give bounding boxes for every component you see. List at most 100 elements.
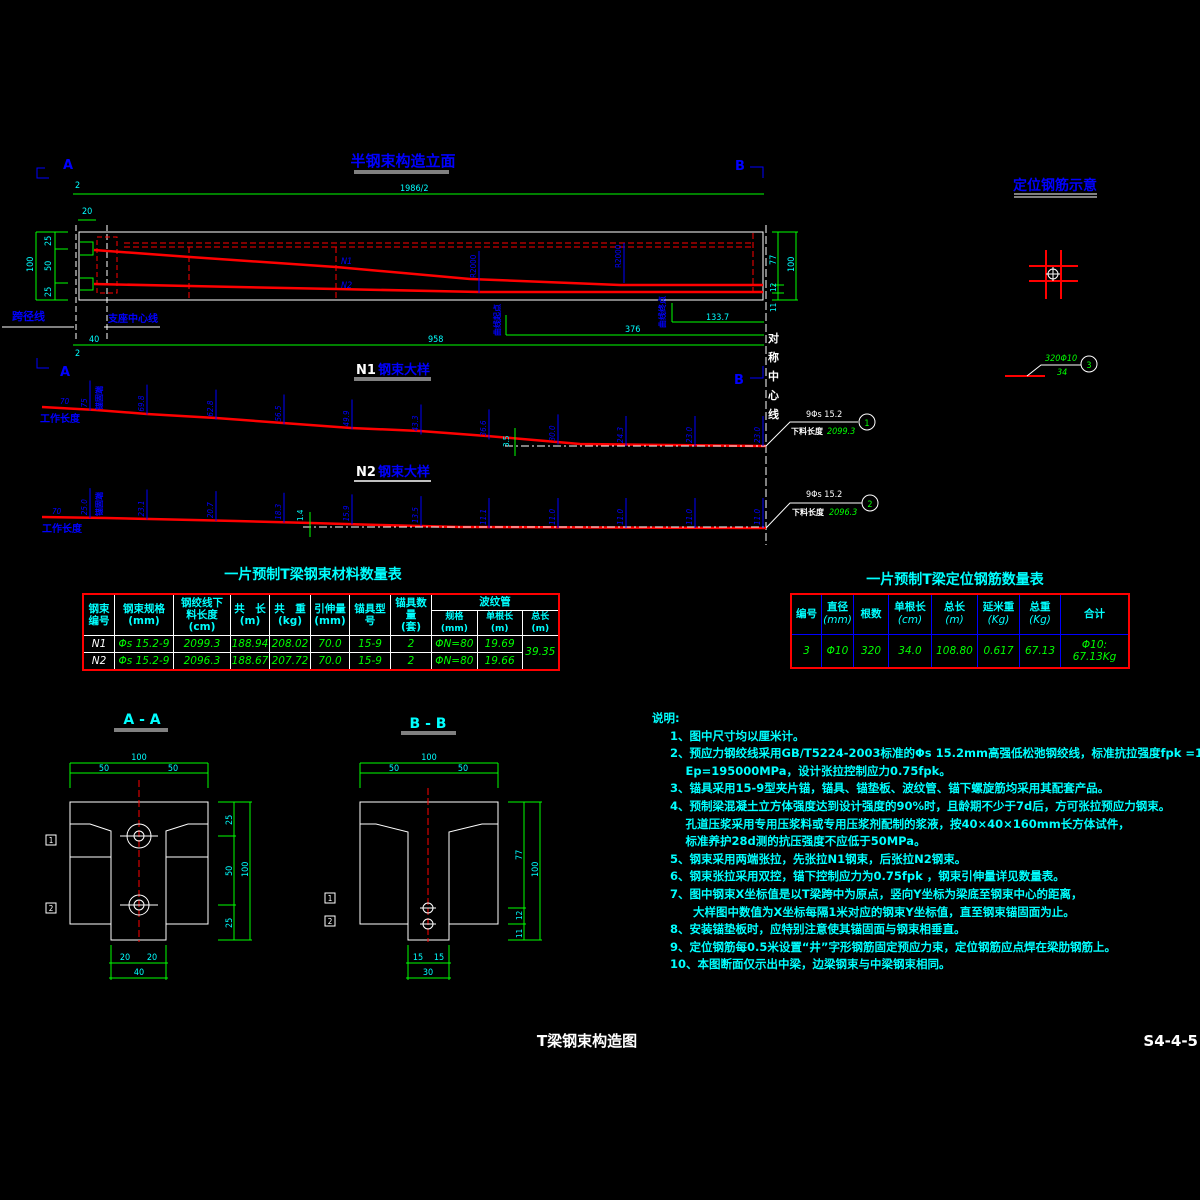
svg-text:12: 12	[769, 283, 778, 292]
dim-curve1: 376	[625, 325, 640, 335]
svg-text:15: 15	[434, 953, 444, 963]
span-line-label: 跨径线	[12, 309, 45, 323]
svg-text:2: 2	[49, 904, 54, 913]
svg-text:A: A	[60, 365, 70, 380]
section-mark-a-bottom	[36, 358, 49, 369]
n2-value: 23.1	[137, 500, 146, 516]
svg-text:100: 100	[531, 862, 541, 877]
n2-value: 18.3	[274, 503, 283, 519]
positioning-rebar-table: 编号 直径 (mm) 根数 单根长 (cm) 总长 (m) 延米重 (Kg) 总重 (Kg…	[790, 593, 1130, 669]
radius-label-n2: R2000	[469, 254, 478, 278]
note-line: 8、安装锚垫板时，应特别注意使其锚固面与钢束相垂直。	[670, 922, 966, 937]
positioning-spec: 320Φ10	[1045, 354, 1077, 364]
n1-value-ticks: 75 69.8 62.8 56.5 49.9 43.3 36.6 30.0 24.3 23.0 23…	[80, 380, 764, 446]
n1-offset-label: 3.5	[502, 436, 511, 447]
n1-value: 43.3	[411, 415, 420, 431]
sheet-code: S4-4-5	[1143, 1032, 1198, 1050]
positioning-length: 34	[1057, 368, 1067, 378]
n2-work-length-label: 工作长度	[42, 522, 83, 535]
svg-text:100: 100	[241, 862, 251, 877]
n1-title-code: N1	[356, 363, 376, 378]
anchor-box-n1	[80, 241, 94, 256]
svg-text:20: 20	[147, 953, 157, 963]
positioning-title: 定位钢筋示意	[1013, 177, 1097, 194]
notes-heading: 说明:	[652, 711, 680, 725]
rebar-table-title: 一片预制T梁定位钢筋数量表	[866, 571, 1045, 588]
svg-text:25: 25	[225, 918, 235, 928]
n1-cut-length: 2099.3	[827, 427, 855, 437]
svg-text:50: 50	[168, 764, 178, 774]
svg-text:12: 12	[515, 911, 524, 920]
n2-value-ticks: 25.0 23.1 20.7 18.3 15.9 13.5 11.1 11.0 11.0 11.0…	[80, 488, 764, 528]
note-line: 大样图中数值为X坐标每隔1米对应的钢束Y坐标值，直至钢束锚固面为止。	[670, 904, 1075, 919]
svg-text:心: 心	[768, 389, 779, 402]
n2-value: 11.0	[616, 509, 625, 525]
notes: 说明: 1、图中尺寸均以厘米计。 2、预应力钢绞线采用GB/T5224-2003标…	[652, 710, 1200, 974]
svg-text:2: 2	[75, 181, 80, 191]
svg-text:70: 70	[60, 397, 70, 406]
note-line: 9、定位钢筋每0.5米设置“井”字形钢筋固定预应力束，定位钢筋应点焊在梁肋钢筋上…	[670, 939, 1116, 954]
n1-value: 75	[80, 398, 89, 408]
n2-spec: 9Φs 15.2	[806, 490, 842, 500]
svg-text:20: 20	[82, 207, 92, 217]
svg-text:2: 2	[867, 500, 872, 510]
tendon-label-n2: N2	[341, 281, 352, 291]
note-line: 孔道压浆采用专用压浆料或专用压浆剂配制的浆液，按40×40×160mm长方体试件…	[670, 816, 1130, 831]
n2-offset-label: 1.4	[296, 509, 305, 521]
table-row: N2 Φs 15.2-9 2096.3 188.67 207.72 70.0 1…	[82, 651, 559, 671]
n1-value: 24.3	[616, 427, 625, 443]
n2-anchor-label: 锚固端	[94, 492, 104, 516]
positioning-rebar-diagram: 定位钢筋示意 320Φ10 34 3	[1005, 177, 1098, 378]
svg-text:对: 对	[768, 331, 779, 345]
svg-text:1: 1	[328, 894, 333, 903]
support-center-label: 支座中心线	[107, 312, 158, 325]
n2-value: 11.0	[753, 509, 762, 525]
notes-list: 1、图中尺寸均以厘米计。 2、预应力钢绞线采用GB/T5224-2003标准的Φs…	[652, 728, 1200, 974]
n1-spec: 9Φs 15.2	[806, 410, 842, 420]
note-line: 4、预制梁混凝土立方体强度达到设计强度的90%时，且龄期不少于7d后，方可张拉预…	[670, 798, 1171, 813]
section-label-a: A	[63, 158, 73, 173]
svg-text:20: 20	[120, 953, 130, 963]
n1-value: 23.0	[685, 427, 694, 443]
svg-text:100: 100	[421, 753, 436, 763]
n1-anchor-label: 锚固端	[94, 386, 104, 410]
svg-text:15: 15	[413, 953, 423, 963]
n1-value: 36.6	[479, 420, 488, 436]
note-line: 5、钢束采用两端张拉，先张拉N1钢束，后张拉N2钢束。	[670, 851, 967, 866]
n1-tendon-line	[41, 405, 767, 448]
svg-text:50: 50	[389, 764, 399, 774]
svg-text:线: 线	[768, 407, 779, 421]
n1-value: 30.0	[548, 425, 557, 441]
note-line: 10、本图断面仅示出中梁，边梁钢束与中梁钢束相同。	[670, 957, 951, 972]
n2-detail: N2 钢束大样 工作长度 70 25.0 23.1 20.7 18.3 15.9 13.5…	[41, 464, 879, 537]
n2-value: 13.5	[411, 507, 420, 523]
n1-detail: N1 钢束大样 工作长度 70 75 69.8 62.8 56.5 49.9 43.3 36…	[40, 362, 876, 456]
n1-cut-length-label: 下料长度	[791, 426, 824, 436]
n1-value: 23.0	[753, 427, 762, 443]
svg-text:77: 77	[769, 255, 779, 265]
svg-text:40: 40	[134, 968, 144, 978]
n2-cut-length: 2096.3	[829, 508, 857, 518]
note-line: 7、图中钢束X坐标值是以T梁跨中为原点，竖向Y坐标为梁底至钢束中心的距离，	[670, 886, 1083, 901]
section-bb: B - B 100 50 50 1 2 77 12 11 100 15 15 3…	[324, 716, 542, 980]
svg-text:100: 100	[787, 257, 797, 272]
radius-label-n1: R2000	[614, 244, 623, 268]
section-aa-title: A - A	[123, 712, 160, 728]
svg-text:30: 30	[423, 968, 433, 978]
n1-title: 钢束大样	[378, 362, 430, 378]
svg-text:25: 25	[44, 287, 54, 297]
dim-curve2: 133.7	[706, 313, 729, 323]
svg-text:50: 50	[99, 764, 109, 774]
svg-text:40: 40	[89, 335, 99, 345]
tendon-material-table: 钢束 编号 钢束规格 (mm) 钢绞线下 料长度(cm) 共 长 (m) 共 重 (kg)…	[82, 593, 560, 671]
dim-overall: 1986/2	[400, 184, 428, 194]
svg-text:25: 25	[225, 815, 235, 825]
svg-text:25: 25	[44, 236, 54, 246]
note-line: 1、图中尺寸均以厘米计。	[670, 728, 805, 743]
anchor-box-n2	[80, 277, 94, 291]
n2-value: 20.7	[206, 502, 215, 518]
section-aa: A - A 100 50 50 1 2 25 50 25 100 20 20 4…	[45, 712, 252, 980]
n2-cut-length-label: 下料长度	[792, 507, 825, 517]
svg-text:50: 50	[225, 866, 235, 876]
n1-work-length-label: 工作长度	[40, 412, 81, 425]
